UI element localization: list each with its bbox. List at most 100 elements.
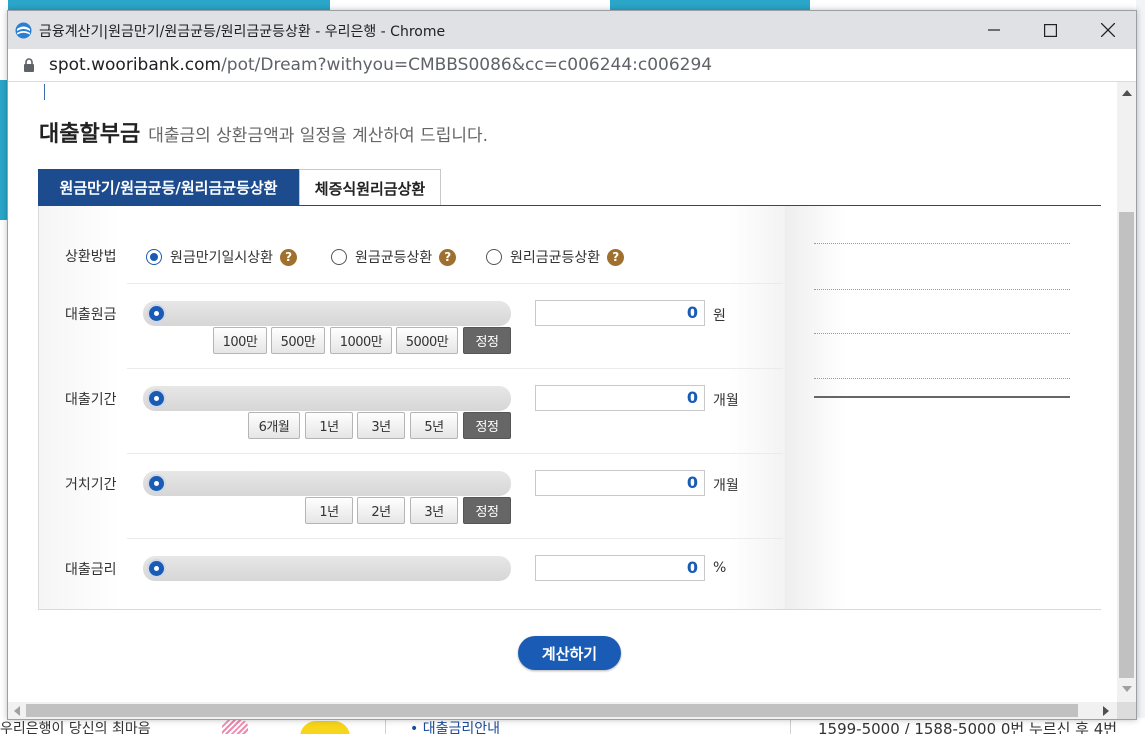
page-heading: 대출할부금 대출금의 상환금액과 일정을 계산하여 드립니다. (39, 116, 488, 148)
rate-slider[interactable] (143, 556, 511, 581)
principal-quick-button[interactable]: 5000만 (396, 327, 458, 354)
result-line (814, 243, 1070, 244)
period-input[interactable]: 0 (535, 385, 705, 411)
slider-handle[interactable] (147, 389, 166, 408)
principal-quick-button[interactable]: 500만 (271, 327, 325, 354)
slider-handle[interactable] (147, 559, 166, 578)
result-line (814, 378, 1070, 379)
row-divider (127, 368, 783, 369)
rate-label: 대출금리 (65, 562, 117, 578)
grace-unit: 개월 (713, 478, 739, 494)
period-label: 대출기간 (65, 392, 117, 408)
background-banner (0, 0, 330, 10)
tab-principal-methods[interactable]: 원금만기/원금균등/원리금균등상환 (38, 169, 299, 206)
principal-quick-button[interactable]: 1000만 (330, 327, 392, 354)
calculator-panel: 상환방법 원금만기일시상환 ? 원금균등상환 ? 원리금균등상환 ? 대출원금 … (38, 206, 1101, 610)
lock-icon (24, 58, 34, 72)
page-title: 대출할부금 (39, 122, 141, 147)
scroll-down-arrow-icon[interactable] (1122, 686, 1132, 692)
principal-unit: 원 (713, 308, 726, 324)
horizontal-scrollbar[interactable] (8, 702, 1117, 719)
period-reset-button[interactable]: 정정 (463, 412, 511, 439)
scroll-left-arrow-icon[interactable] (14, 706, 20, 716)
page-subtitle: 대출금의 상환금액과 일정을 계산하여 드립니다. (148, 126, 489, 146)
maximize-icon (1043, 23, 1057, 37)
grace-label: 거치기간 (65, 477, 117, 493)
period-slider[interactable] (143, 386, 511, 411)
grace-quick-button[interactable]: 1년 (305, 497, 353, 524)
rate-input[interactable]: 0 (535, 555, 705, 581)
scroll-up-arrow-icon[interactable] (1122, 90, 1132, 96)
scroll-thumb[interactable] (1119, 212, 1134, 678)
minimize-button[interactable] (966, 11, 1022, 49)
slider-handle[interactable] (147, 304, 166, 323)
url-path: /pot/Dream?withyou=CMBBS0086&cc=c006244:… (221, 55, 713, 75)
background-page-top (0, 0, 1145, 10)
background-decoration (222, 720, 248, 734)
tab-graduated-repayment[interactable]: 체증식원리금상환 (299, 169, 441, 206)
result-summary (785, 206, 1101, 609)
minimize-icon (988, 29, 1000, 31)
grace-quick-button[interactable]: 3년 (410, 497, 458, 524)
result-line (814, 333, 1070, 334)
help-icon[interactable]: ? (607, 248, 625, 266)
scroll-right-arrow-icon[interactable] (1103, 706, 1109, 716)
grace-reset-button[interactable]: 정정 (463, 497, 511, 524)
calculate-button[interactable]: 계산하기 (518, 636, 621, 670)
address-bar[interactable]: spot.wooribank.com/pot/Dream?withyou=CMB… (8, 49, 1136, 82)
title-bar: 금융계산기|원금만기/원금균등/원리금균등상환 - 우리은행 - Chrome (8, 11, 1136, 49)
scroll-thumb[interactable] (26, 704, 1078, 717)
vertical-scrollbar[interactable] (1117, 82, 1136, 702)
background-link[interactable]: • 대출금리안내 (410, 718, 500, 734)
background-text: 우리은행이 당신의 최마음 (0, 721, 151, 734)
close-button[interactable] (1080, 11, 1136, 49)
radio-label: 원금만기일시상환 (170, 250, 274, 266)
radio-unselected-icon[interactable] (486, 249, 502, 265)
principal-quick-button[interactable]: 100만 (213, 327, 267, 354)
principal-reset-button[interactable]: 정정 (463, 327, 511, 354)
row-divider (127, 283, 783, 284)
principal-input[interactable]: 0 (535, 300, 705, 326)
period-quick-button[interactable]: 3년 (357, 412, 405, 439)
rate-unit: % (713, 560, 727, 576)
row-divider (127, 453, 783, 454)
period-unit: 개월 (713, 393, 739, 409)
grace-quick-button[interactable]: 2년 (357, 497, 405, 524)
help-icon[interactable]: ? (439, 248, 457, 266)
background-page-right (1136, 0, 1145, 734)
result-line (814, 289, 1070, 290)
result-total-line (814, 396, 1070, 398)
row-divider (127, 538, 783, 539)
radio-selected-icon[interactable] (146, 249, 162, 265)
radio-equal-installment[interactable]: 원리금균등상환 ? (486, 247, 625, 267)
period-quick-button[interactable]: 6개월 (248, 412, 300, 439)
period-quick-button[interactable]: 1년 (305, 412, 353, 439)
radio-label: 원리금균등상환 (510, 250, 601, 266)
url-host: spot.wooribank.com (49, 55, 222, 75)
divider (790, 718, 791, 734)
scrollbar-corner (1117, 702, 1136, 719)
radio-bullet-repayment[interactable]: 원금만기일시상환 ? (146, 247, 298, 267)
background-page-bottom: 우리은행이 당신의 최마음 • 대출금리안내 1599-5000 / 1588-… (0, 718, 1145, 734)
slider-handle[interactable] (147, 474, 166, 493)
grace-input[interactable]: 0 (535, 470, 705, 496)
help-icon[interactable]: ? (280, 248, 298, 266)
method-label: 상환방법 (65, 249, 117, 265)
principal-label: 대출원금 (65, 307, 117, 323)
divider (385, 718, 386, 734)
radio-label: 원금균등상환 (355, 250, 433, 266)
page-viewport: 대출할부금 대출금의 상환금액과 일정을 계산하여 드립니다. 원금만기/원금균등… (8, 82, 1117, 702)
radio-unselected-icon[interactable] (331, 249, 347, 265)
grace-slider[interactable] (143, 471, 511, 496)
period-quick-button[interactable]: 5년 (410, 412, 458, 439)
background-phone-text: 1599-5000 / 1588-5000 0번 누르신 후 4번 (818, 720, 1118, 734)
principal-slider[interactable] (143, 301, 511, 326)
popup-window: 금융계산기|원금만기/원금균등/원리금균등상환 - 우리은행 - Chrome … (7, 10, 1137, 720)
radio-equal-principal[interactable]: 원금균등상환 ? (331, 247, 457, 267)
url-text[interactable]: spot.wooribank.com/pot/Dream?withyou=CMB… (49, 55, 712, 75)
window-title: 금융계산기|원금만기/원금균등/원리금균등상환 - 우리은행 - Chrome (39, 24, 446, 40)
close-icon (1101, 23, 1115, 37)
background-decoration (300, 721, 350, 734)
maximize-button[interactable] (1022, 11, 1078, 49)
background-banner (610, 0, 810, 10)
